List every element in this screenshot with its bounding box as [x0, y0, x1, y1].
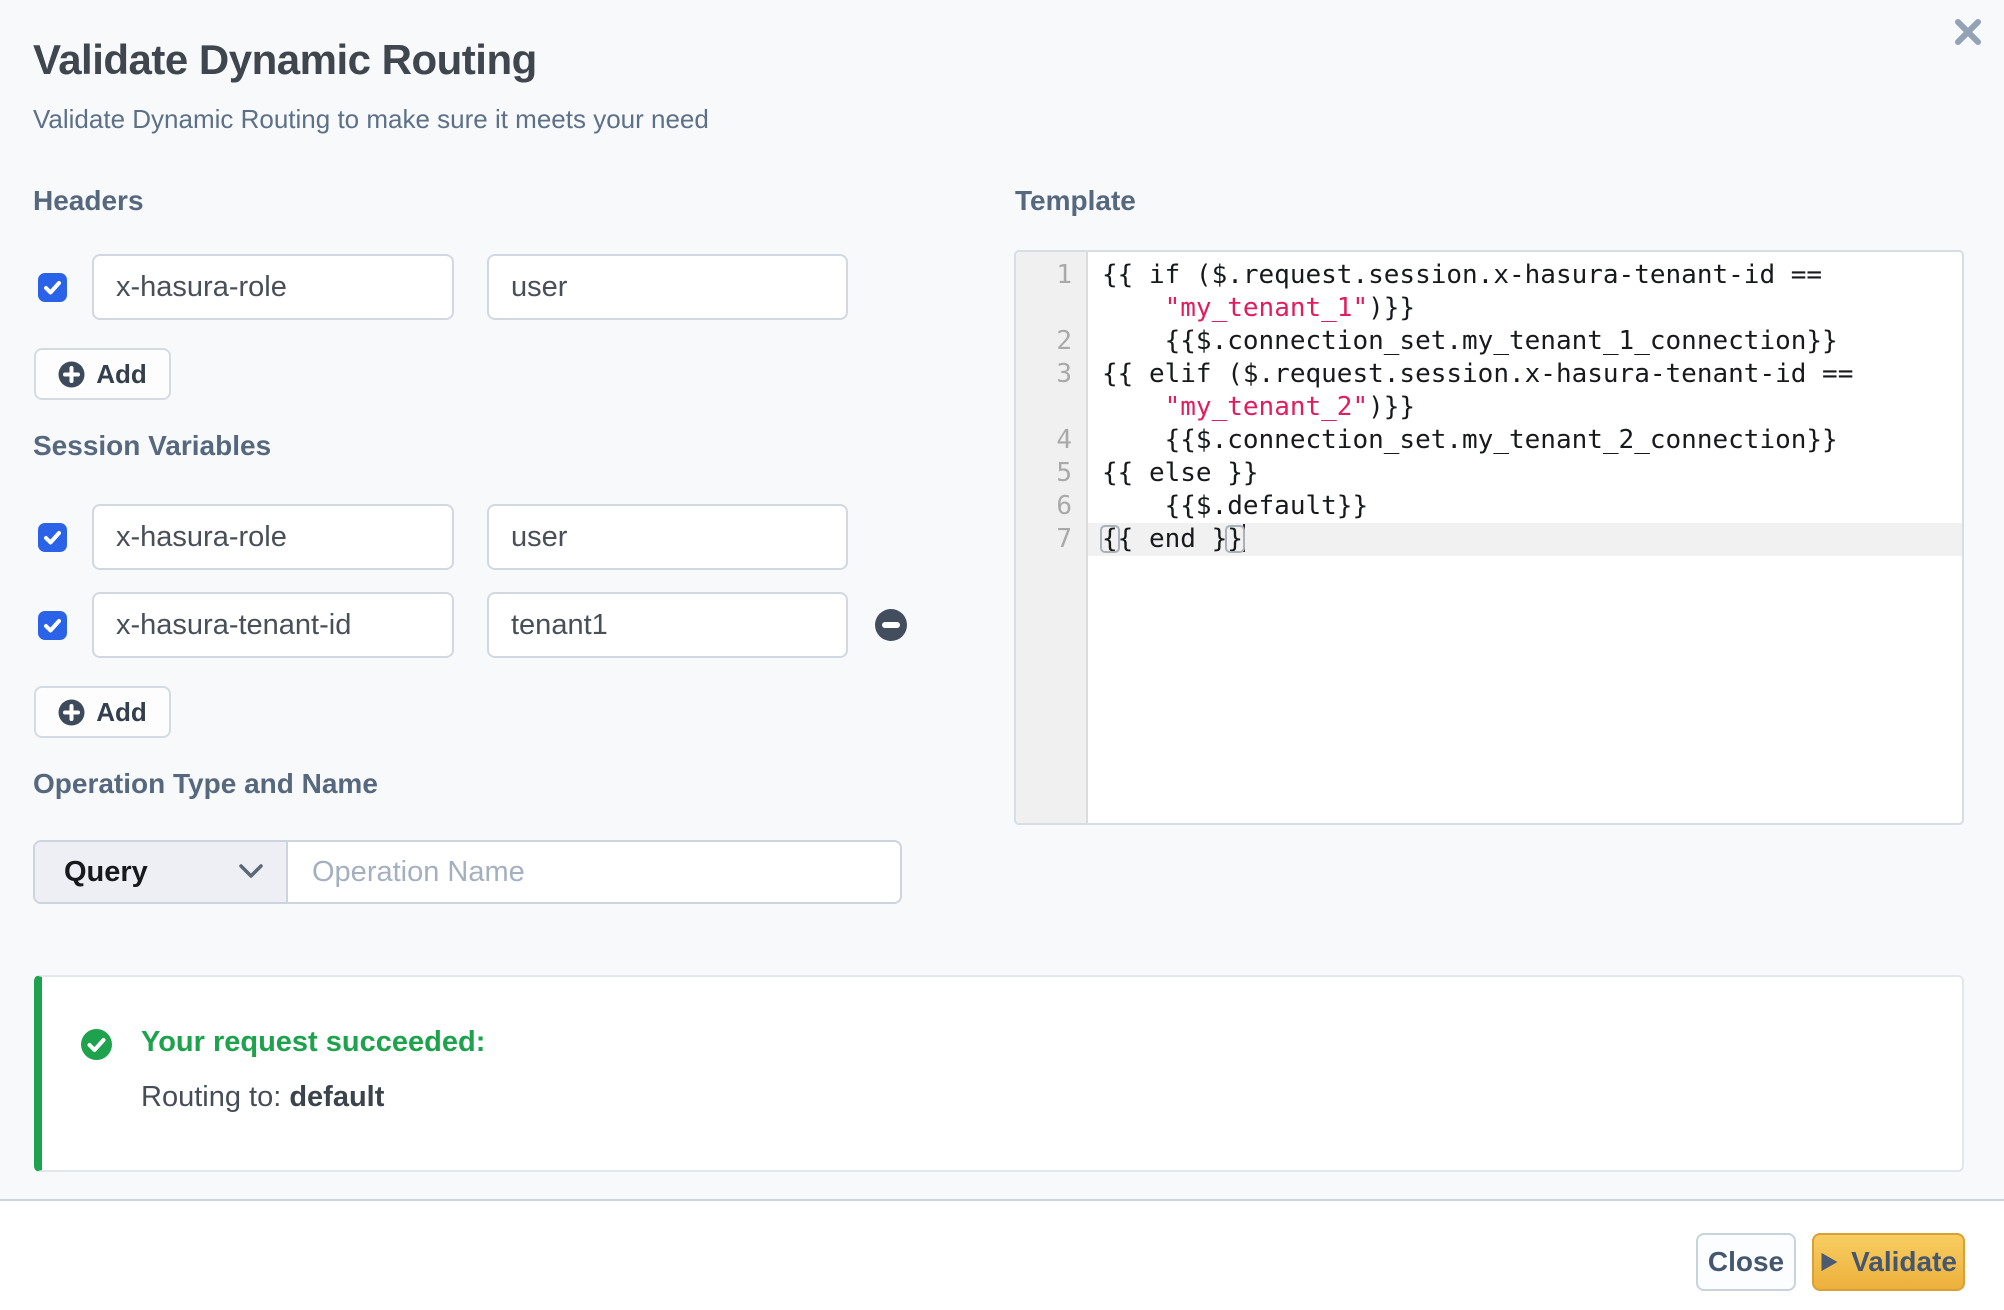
play-icon	[1821, 1252, 1838, 1272]
code-line[interactable]: 5 {{ else }}	[1016, 457, 1962, 490]
line-number: 4	[1016, 424, 1088, 457]
operation-section-label: Operation Type and Name	[33, 768, 378, 799]
code-line-text: {{$.connection_set.my_tenant_2_connectio…	[1102, 425, 1838, 455]
session-variable-value-input[interactable]	[487, 504, 848, 570]
page-subtitle: Validate Dynamic Routing to make sure it…	[33, 104, 709, 134]
operation-type-select[interactable]: Query	[35, 842, 288, 902]
close-icon[interactable]	[1944, 8, 1992, 56]
code-line-text: {{ else }}	[1102, 458, 1259, 488]
operation-name-input[interactable]	[288, 842, 900, 902]
validation-result-panel: Your request succeeded: Routing to: defa…	[34, 975, 1964, 1172]
session-variable-key-input[interactable]	[92, 504, 454, 570]
add-header-button[interactable]: Add	[34, 348, 171, 400]
minus-circle-icon	[875, 609, 907, 641]
session-variable-key-input[interactable]	[92, 592, 454, 658]
session-variables-section-label: Session Variables	[33, 430, 272, 461]
code-line[interactable]: 2 {{$.connection_set.my_tenant_1_connect…	[1016, 325, 1962, 358]
code-line[interactable]: "my_tenant_1")}}	[1016, 292, 1962, 325]
headers-section-label: Headers	[33, 185, 144, 216]
add-session-variable-button[interactable]: Add	[34, 686, 171, 738]
code-line[interactable]: 3 {{ elif ($.request.session.x-hasura-ten…	[1016, 358, 1962, 391]
line-number: 6	[1016, 490, 1088, 523]
remove-row-button[interactable]	[874, 608, 908, 642]
plus-circle-icon	[58, 361, 85, 387]
validate-button-label: Validate	[1851, 1246, 1957, 1277]
code-line[interactable]: 7{{ end }}	[1016, 523, 1962, 556]
chevron-down-icon	[238, 862, 264, 885]
routing-target: default	[289, 1081, 385, 1113]
operation-group: Query	[33, 840, 902, 904]
close-button-label: Close	[1707, 1246, 1785, 1277]
page-title: Validate Dynamic Routing	[33, 36, 537, 83]
code-line[interactable]: "my_tenant_2")}}	[1016, 391, 1962, 424]
line-number: 2	[1016, 325, 1088, 358]
template-section-label: Template	[1015, 185, 1136, 216]
add-header-label: Add	[96, 358, 147, 389]
line-number: 1	[1016, 259, 1088, 292]
header-row	[38, 254, 848, 320]
operation-type-value: Query	[64, 855, 148, 888]
line-number: 5	[1016, 457, 1088, 490]
code-line[interactable]: 6 {{$.default}}	[1016, 490, 1962, 523]
line-number	[1016, 292, 1088, 325]
header-key-input[interactable]	[92, 254, 454, 320]
session-variable-row	[38, 592, 907, 658]
code-line-text: {{ end }}	[1088, 523, 1962, 556]
result-title: Your request succeeded:	[141, 1026, 486, 1058]
code-line-text: "my_tenant_2")}}	[1164, 392, 1416, 422]
line-number: 3	[1016, 358, 1088, 391]
line-number	[1016, 391, 1088, 424]
header-value-input[interactable]	[487, 254, 848, 320]
code-line-text: {{ elif ($.request.session.x-hasura-tena…	[1102, 359, 1854, 389]
template-code-editor[interactable]: 1 {{ if ($.request.session.x-hasura-tenan…	[1014, 250, 1964, 825]
code-line[interactable]: 1 {{ if ($.request.session.x-hasura-tenan…	[1016, 259, 1962, 292]
code-line[interactable]: 4 {{$.connection_set.my_tenant_2_connect…	[1016, 424, 1962, 457]
editor-empty-area[interactable]	[1016, 556, 1962, 823]
result-routing-text: Routing to: default	[141, 1081, 385, 1113]
header-row-checkbox[interactable]	[38, 272, 67, 302]
session-variable-row	[38, 504, 848, 570]
editor-top-spacer	[1016, 252, 1962, 259]
session-variable-checkbox[interactable]	[38, 522, 67, 552]
plus-circle-icon	[58, 699, 85, 725]
session-variable-value-input[interactable]	[487, 592, 848, 658]
code-line-text: {{$.default}}	[1102, 491, 1369, 521]
code-line-text: "my_tenant_1")}}	[1164, 293, 1416, 323]
session-variable-checkbox[interactable]	[38, 610, 67, 640]
close-button[interactable]: Close	[1696, 1233, 1796, 1291]
line-number: 7	[1016, 523, 1088, 556]
code-line-text: {{$.connection_set.my_tenant_1_connectio…	[1102, 326, 1838, 356]
validate-button[interactable]: Validate	[1812, 1233, 1965, 1291]
code-line-text: {{ if ($.request.session.x-hasura-tenant…	[1102, 260, 1823, 290]
text-cursor	[1242, 524, 1245, 552]
add-session-variable-label: Add	[96, 696, 147, 727]
success-check-icon	[81, 1029, 112, 1065]
